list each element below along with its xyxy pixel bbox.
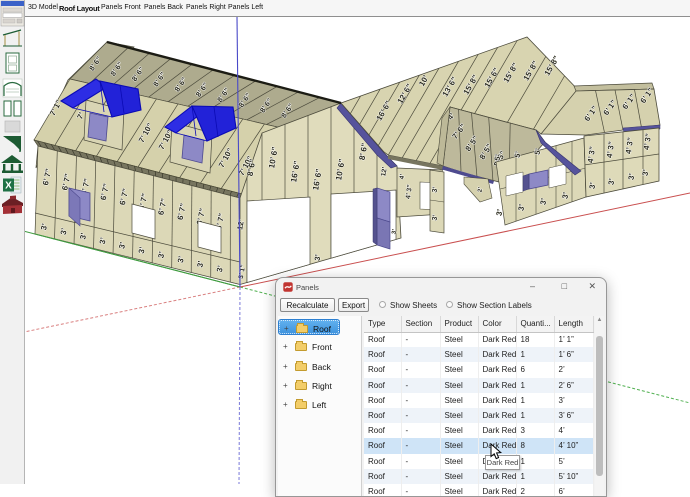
svg-text:12’: 12’ — [235, 219, 246, 231]
svg-text:5’: 5’ — [532, 147, 542, 155]
svg-text:X: X — [5, 181, 12, 192]
svg-text:3’: 3’ — [607, 178, 617, 186]
svg-text:3’: 3’ — [641, 169, 651, 177]
svg-text:3’: 3’ — [588, 182, 598, 190]
svg-text:3’: 3’ — [627, 173, 637, 181]
